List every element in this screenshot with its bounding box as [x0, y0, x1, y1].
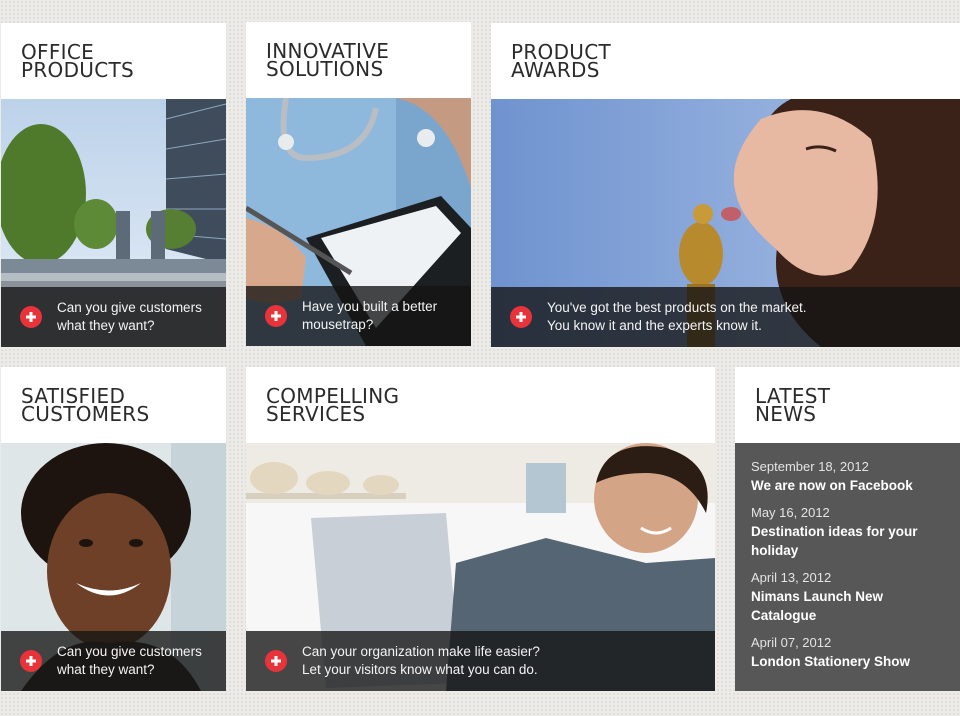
- caption-bar: Can you give customers what they want?: [1, 287, 226, 347]
- news-item[interactable]: September 18, 2012 We are now on Faceboo…: [735, 458, 960, 495]
- caption-text: Can you give customers what they want?: [57, 643, 202, 678]
- tile-title: PRODUCT AWARDS: [511, 40, 612, 82]
- tile-product-awards[interactable]: PRODUCT AWARDS You've got the best produ…: [491, 23, 960, 347]
- news-date: September 18, 2012: [751, 459, 869, 474]
- tile-innovative-solutions[interactable]: INNOVATIVE SOLUTIONS Have you built a be…: [246, 22, 471, 346]
- tile-title: SATISFIED CUSTOMERS: [21, 384, 150, 426]
- news-date: April 13, 2012: [751, 570, 832, 585]
- plus-icon[interactable]: [20, 650, 42, 672]
- caption-text: You've got the best products on the mark…: [547, 299, 807, 334]
- plus-icon[interactable]: [265, 305, 287, 327]
- news-date: April 07, 2012: [751, 635, 832, 650]
- news-item[interactable]: April 13, 2012 Nimans Launch New Catalog…: [735, 569, 960, 625]
- tile-title: OFFICE PRODUCTS: [21, 40, 135, 82]
- news-item[interactable]: April 07, 2012 London Stationery Show: [735, 634, 960, 671]
- news-headline[interactable]: Nimans Launch New Catalogue: [751, 587, 960, 625]
- news-date: May 16, 2012: [751, 505, 830, 520]
- caption-text: Have you built a better mousetrap?: [302, 298, 438, 333]
- tile-latest-news: LATEST NEWS: [735, 367, 960, 443]
- caption-bar: Can your organization make life easier? …: [246, 631, 715, 691]
- plus-icon[interactable]: [265, 650, 287, 672]
- plus-icon[interactable]: [510, 306, 532, 328]
- news-title: LATEST NEWS: [755, 384, 831, 426]
- news-headline[interactable]: We are now on Facebook: [751, 476, 960, 495]
- plus-icon[interactable]: [20, 306, 42, 328]
- tile-satisfied-customers[interactable]: SATISFIED CUSTOMERS Can you give custome…: [1, 367, 226, 691]
- news-item[interactable]: May 16, 2012 Destination ideas for your …: [735, 504, 960, 560]
- caption-text: Can you give customers what they want?: [57, 299, 202, 334]
- news-headline[interactable]: Destination ideas for your holiday: [751, 522, 960, 560]
- news-headline[interactable]: London Stationery Show: [751, 652, 960, 671]
- tile-title: COMPELLING SERVICES: [266, 384, 400, 426]
- news-list: September 18, 2012 We are now on Faceboo…: [735, 443, 960, 691]
- caption-bar: Have you built a better mousetrap?: [246, 286, 471, 346]
- caption-text: Can your organization make life easier? …: [302, 643, 540, 678]
- tile-compelling-services[interactable]: COMPELLING SERVICES Can your organizatio…: [246, 367, 715, 691]
- caption-bar: Can you give customers what they want?: [1, 631, 226, 691]
- tile-office-products[interactable]: OFFICE PRODUCTS Can you give customers w…: [1, 23, 226, 347]
- caption-bar: You've got the best products on the mark…: [491, 287, 960, 347]
- tile-title: INNOVATIVE SOLUTIONS: [266, 39, 390, 81]
